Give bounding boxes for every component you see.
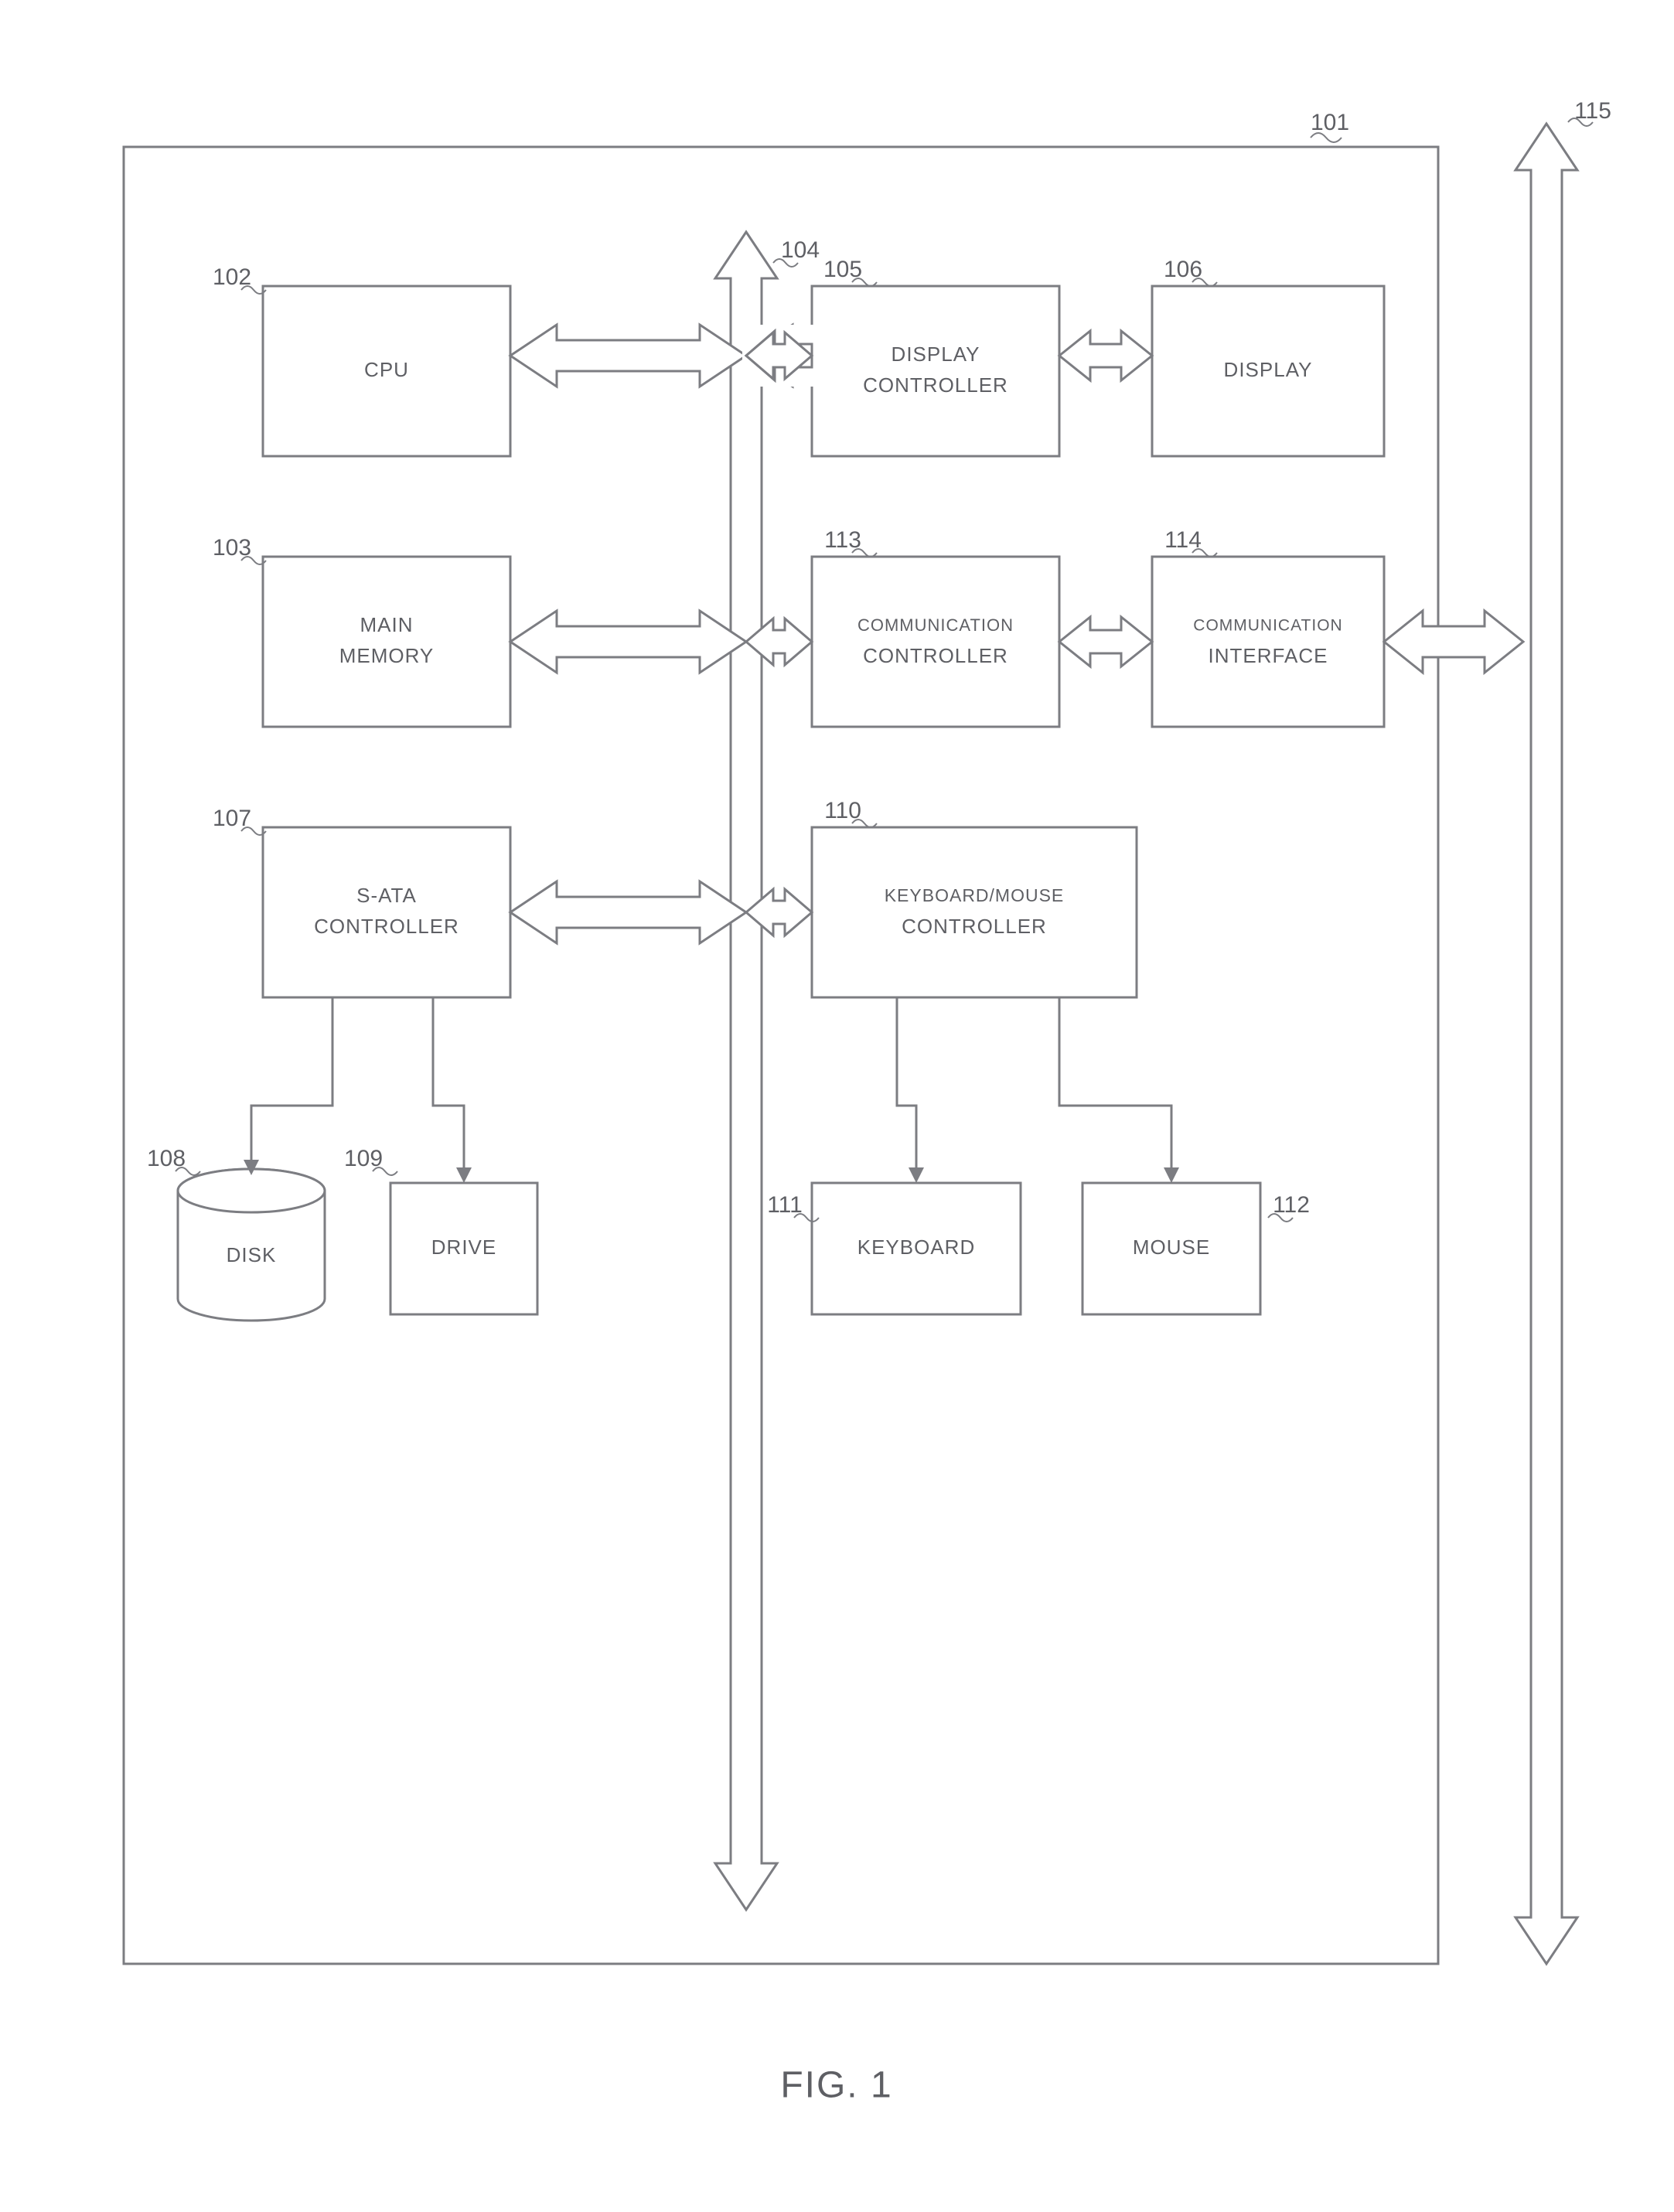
block-comm-ctrl xyxy=(812,557,1059,727)
block-comm-if xyxy=(1152,557,1384,727)
ref-115: 115 xyxy=(1574,98,1611,124)
label-drive: DRIVE xyxy=(431,1236,496,1259)
diagram-canvas: 101 104 CPU 102 MAIN MEMORY 103 S-ATA CO… xyxy=(0,0,1674,2212)
ref-112: 112 xyxy=(1273,1192,1310,1218)
label-comm-if-2: INTERFACE xyxy=(1209,644,1328,667)
block-kbm-ctrl xyxy=(812,827,1137,997)
ref-111: 111 xyxy=(767,1192,803,1218)
ref-104: 104 xyxy=(781,237,820,263)
label-comm-if-1: COMMUNICATION xyxy=(1193,617,1342,635)
label-comm-ctrl-1: COMMUNICATION xyxy=(857,615,1014,635)
label-sata-2: CONTROLLER xyxy=(314,915,459,938)
label-display: DISPLAY xyxy=(1224,358,1313,381)
label-cpu: CPU xyxy=(364,358,409,381)
label-mouse: MOUSE xyxy=(1133,1236,1210,1259)
label-kbm-2: CONTROLLER xyxy=(902,915,1047,938)
label-disk: DISK xyxy=(227,1243,277,1266)
label-sata-1: S-ATA xyxy=(356,884,417,907)
label-disp-ctrl-1: DISPLAY xyxy=(892,343,980,366)
bus-115 xyxy=(1515,124,1577,1964)
label-comm-ctrl-2: CONTROLLER xyxy=(863,644,1008,667)
label-main-memory-2: MEMORY xyxy=(339,644,435,667)
figure-label: FIG. 1 xyxy=(780,2065,892,2106)
label-keyboard: KEYBOARD xyxy=(857,1236,976,1259)
label-main-memory-1: MAIN xyxy=(360,613,414,636)
block-main-memory xyxy=(263,557,510,727)
block-disp-ctrl xyxy=(812,286,1059,456)
ref-101: 101 xyxy=(1311,110,1349,135)
label-kbm-1: KEYBOARD/MOUSE xyxy=(885,885,1065,905)
block-sata xyxy=(263,827,510,997)
label-disp-ctrl-2: CONTROLLER xyxy=(863,373,1008,397)
